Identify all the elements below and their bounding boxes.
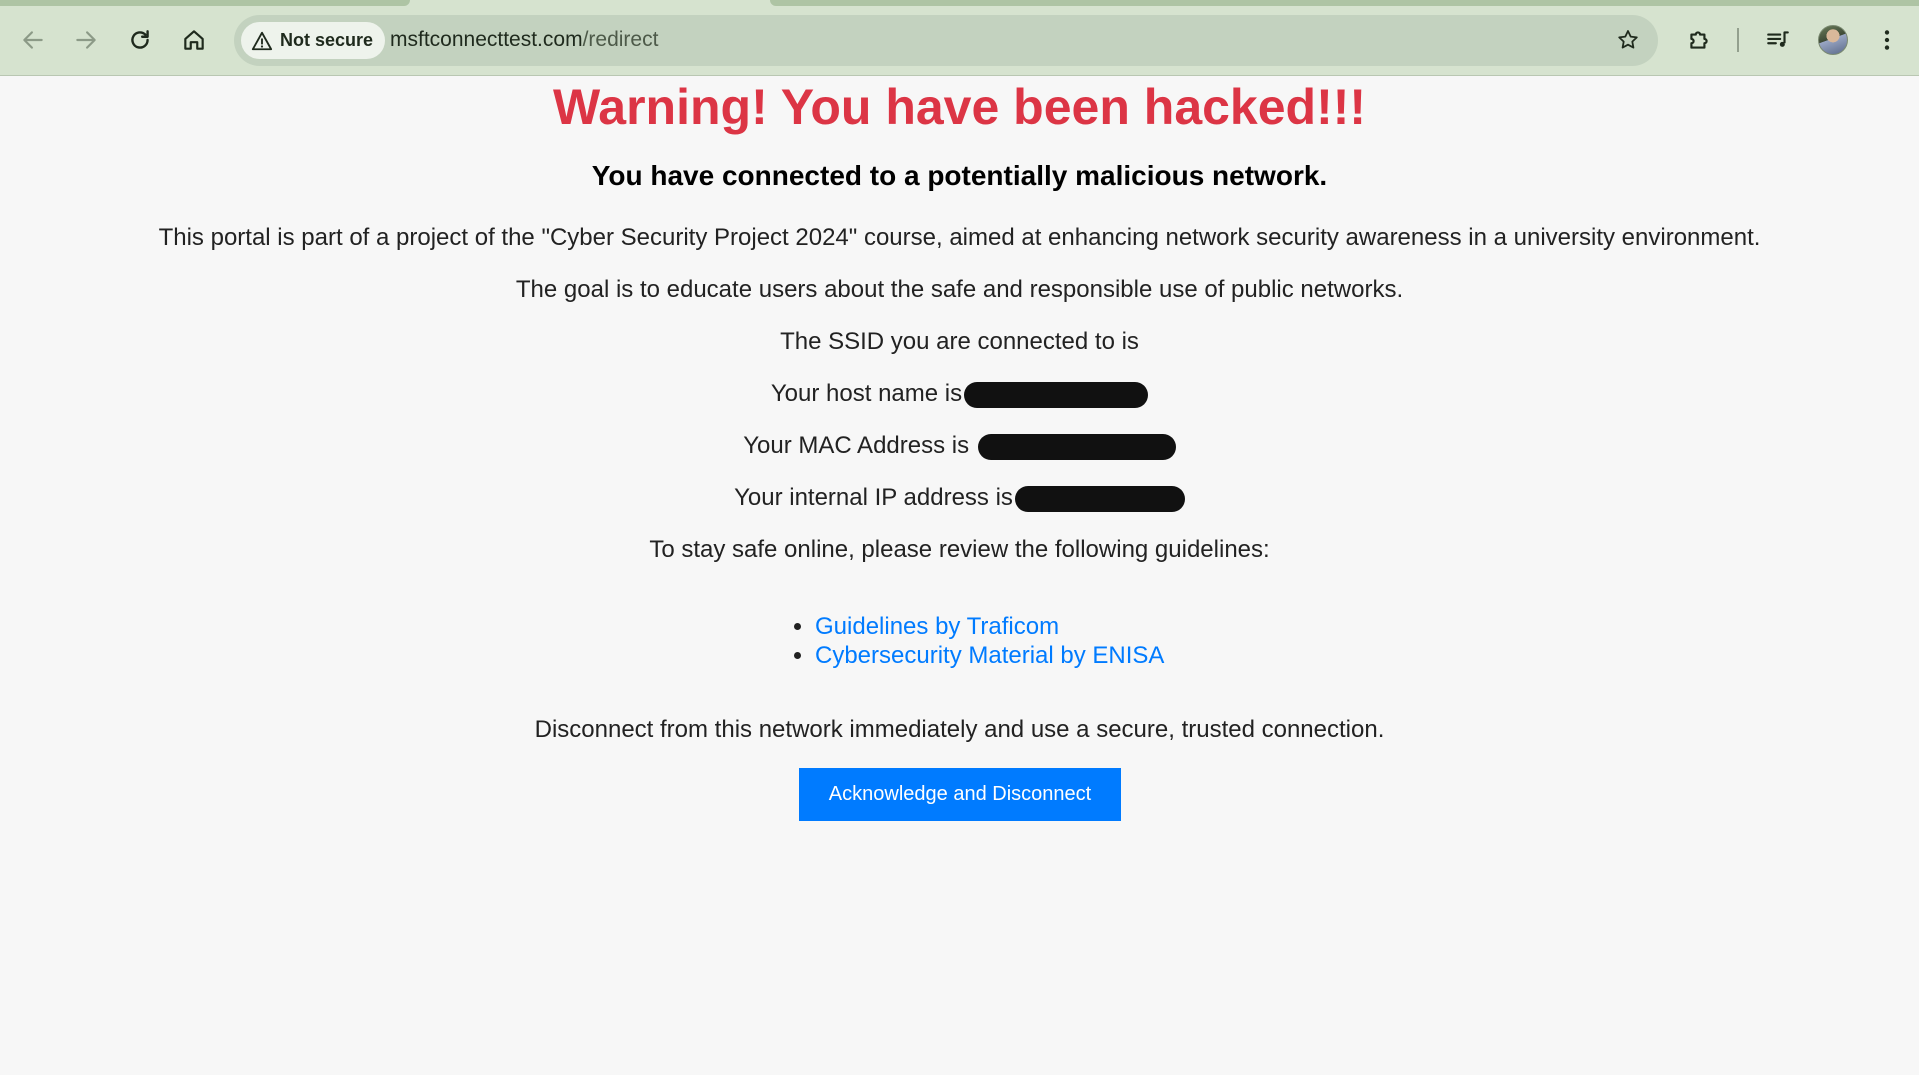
list-item: Cybersecurity Material by ENISA — [815, 641, 1164, 670]
bookmark-button[interactable] — [1608, 20, 1648, 60]
traficom-link[interactable]: Guidelines by Traficom — [815, 613, 1059, 640]
forward-button[interactable] — [64, 18, 108, 62]
ip-address-line: Your internal IP address is — [0, 483, 1919, 513]
puzzle-icon — [1690, 31, 1708, 49]
profile-avatar[interactable] — [1818, 25, 1848, 55]
back-button[interactable] — [11, 18, 55, 62]
security-chip[interactable]: Not secure — [241, 22, 386, 59]
menu-button[interactable] — [1865, 18, 1909, 62]
host-name-line: Your host name is — [0, 379, 1919, 409]
list-item: Guidelines by Traficom — [815, 612, 1164, 641]
forward-arrow-icon — [76, 31, 96, 49]
back-arrow-icon — [23, 31, 43, 49]
disconnect-text: Disconnect from this network immediately… — [534, 716, 1385, 743]
mac-address-redaction — [977, 433, 1176, 460]
media-controls-icon — [1767, 31, 1789, 47]
active-tab[interactable] — [410, 0, 770, 6]
home-icon — [184, 30, 204, 50]
intro-text: This portal is part of a project of the … — [158, 224, 1761, 251]
reload-button[interactable] — [118, 18, 162, 62]
address-bar[interactable]: Not secure msftconnecttest.com/redirect — [234, 15, 1658, 66]
goal-text: The goal is to educate users about the s… — [515, 276, 1404, 303]
mac-address-line: Your MAC Address is — [0, 431, 1919, 461]
enisa-link[interactable]: Cybersecurity Material by ENISA — [815, 642, 1164, 669]
host-name-redaction — [964, 381, 1149, 408]
toolbar-separator — [1737, 28, 1739, 52]
star-icon — [1618, 30, 1638, 49]
url-text[interactable]: msftconnecttest.com/redirect — [390, 28, 658, 52]
reload-icon — [131, 30, 149, 49]
host-name-label: Your host name is — [770, 380, 963, 407]
captive-portal-page: Warning! You have been hacked!!! You hav… — [0, 77, 1919, 1075]
guidelines-intro: To stay safe online, please review the f… — [649, 536, 1270, 563]
browser-toolbar: Not secure msftconnecttest.com/redirect — [0, 0, 1919, 76]
tab-strip-right — [770, 0, 1919, 6]
acknowledge-disconnect-button[interactable]: Acknowledge and Disconnect — [799, 768, 1121, 821]
extensions-button[interactable] — [1677, 18, 1721, 62]
three-dot-menu-icon — [1884, 30, 1890, 50]
ssid-text: The SSID you are connected to is — [780, 328, 1139, 355]
ip-address-label: Your internal IP address is — [734, 484, 1013, 511]
guidelines-list: Guidelines by Traficom Cybersecurity Mat… — [791, 612, 1164, 670]
mac-address-label: Your MAC Address is — [743, 432, 970, 459]
not-secure-label: Not secure — [280, 30, 374, 50]
warning-subhead: You have connected to a potentially mali… — [591, 160, 1328, 191]
media-controls-button[interactable] — [1756, 18, 1800, 62]
tab-strip — [0, 0, 410, 6]
url-host: msftconnecttest.com — [390, 28, 583, 51]
url-path: /redirect — [582, 28, 659, 51]
warning-triangle-icon — [251, 30, 273, 52]
ip-address-redaction — [1014, 485, 1185, 512]
home-button[interactable] — [172, 18, 216, 62]
warning-headline: Warning! You have been hacked!!! — [552, 79, 1367, 135]
